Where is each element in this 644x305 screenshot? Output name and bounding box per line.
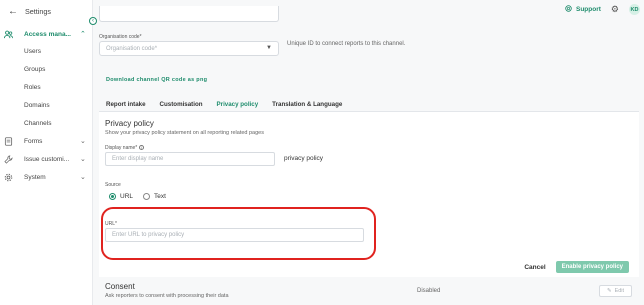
display-name-label-text: Display name* [105, 145, 138, 151]
sidebar-item-label: Forms [24, 137, 43, 145]
display-name-input[interactable]: Enter display name [105, 152, 275, 166]
org-code-label: Organisation code* [99, 34, 142, 40]
form-actions: Cancel Enable privacy policy [520, 261, 629, 273]
sidebar-item-system[interactable]: System ⌄ [0, 170, 93, 184]
display-name-preview: privacy policy [284, 155, 324, 162]
cancel-button[interactable]: Cancel [520, 264, 549, 271]
privacy-policy-subtitle: Show your privacy policy statement on al… [105, 130, 264, 136]
info-icon: i [139, 145, 145, 151]
sidebar-item-label: Groups [24, 65, 46, 73]
sidebar-item-roles[interactable]: Roles [0, 80, 93, 94]
sidebar-item-label: Roles [24, 83, 41, 91]
arrow-left-icon: ← [8, 6, 18, 17]
tab-privacy-policy[interactable]: Privacy policy [209, 96, 266, 112]
sidebar-item-label: Issue customi... [24, 155, 70, 163]
sidebar: ← Settings Access mana... ⌃ Users Groups… [0, 0, 93, 305]
display-name-label: Display name* i [105, 145, 145, 151]
sidebar-item-channels[interactable]: Channels [0, 116, 93, 130]
source-url-radio[interactable] [109, 193, 116, 200]
enable-privacy-policy-button[interactable]: Enable privacy policy [555, 261, 629, 273]
tab-report-intake[interactable]: Report intake [99, 96, 153, 112]
sidebar-item-domains[interactable]: Domains [0, 98, 93, 112]
chevron-down-icon: ⌄ [80, 138, 86, 145]
url-label: URL* [105, 221, 117, 227]
sidebar-item-users[interactable]: Users [0, 44, 93, 58]
previous-input-field[interactable] [99, 6, 279, 22]
source-url-label: URL [120, 193, 134, 200]
sidebar-item-access-management[interactable]: Access mana... ⌃ [0, 27, 93, 41]
people-icon [4, 30, 13, 39]
url-placeholder: Enter URL to privacy policy [112, 232, 185, 238]
pencil-icon: ✎ [606, 288, 612, 294]
privacy-policy-card: Privacy policy Show your privacy policy … [99, 112, 639, 277]
source-radio-group: URL Text [109, 193, 166, 200]
org-code-placeholder: Organisation code* [106, 45, 158, 52]
edit-label: Edit [614, 288, 625, 294]
source-text-radio[interactable] [143, 193, 151, 200]
consent-edit-button[interactable]: ✎ Edit [599, 285, 632, 297]
sidebar-item-forms[interactable]: Forms ⌄ [0, 134, 93, 148]
chevron-up-icon: ⌃ [80, 31, 86, 38]
display-name-placeholder: Enter display name [112, 156, 164, 162]
consent-subtitle: Ask reporters to consent with processing… [105, 293, 229, 299]
sidebar-item-issue-customisation[interactable]: Issue customi... ⌄ [0, 152, 93, 166]
download-qr-link[interactable]: Download channel QR code as png [106, 77, 207, 83]
consent-status: Disabled [417, 288, 441, 294]
caret-down-icon: ▼ [266, 45, 272, 51]
chevron-down-icon: ⌄ [80, 174, 86, 181]
sidebar-item-label: Users [24, 47, 41, 55]
privacy-policy-title: Privacy policy [105, 119, 154, 128]
sidebar-item-label: Domains [24, 101, 50, 109]
back-to-settings[interactable]: ← Settings [8, 6, 51, 17]
tab-bar: Report intake Customisation Privacy poli… [99, 96, 349, 112]
form-icon [4, 136, 13, 146]
sidebar-item-groups[interactable]: Groups [0, 62, 93, 76]
url-input[interactable]: Enter URL to privacy policy [105, 228, 364, 242]
chevron-down-icon: ⌄ [80, 156, 86, 163]
gear-icon [4, 173, 13, 182]
source-text-label: Text [154, 193, 166, 200]
collapse-sidebar-button[interactable]: ‹ [89, 17, 97, 25]
tab-customisation[interactable]: Customisation [153, 96, 210, 112]
consent-title: Consent [105, 282, 135, 291]
sidebar-item-label: Access mana... [24, 30, 71, 38]
org-code-helper: Unique ID to connect reports to this cha… [287, 41, 406, 47]
main-content: Organisation code* Organisation code* ▼ … [99, 0, 639, 305]
sidebar-item-label: Channels [24, 119, 52, 127]
settings-title: Settings [25, 7, 51, 16]
wrench-icon [4, 155, 13, 164]
org-code-select[interactable]: Organisation code* ▼ [99, 41, 279, 56]
sidebar-item-label: System [24, 173, 46, 181]
source-label: Source [105, 182, 121, 188]
tab-translation-language[interactable]: Translation & Language [265, 96, 349, 112]
